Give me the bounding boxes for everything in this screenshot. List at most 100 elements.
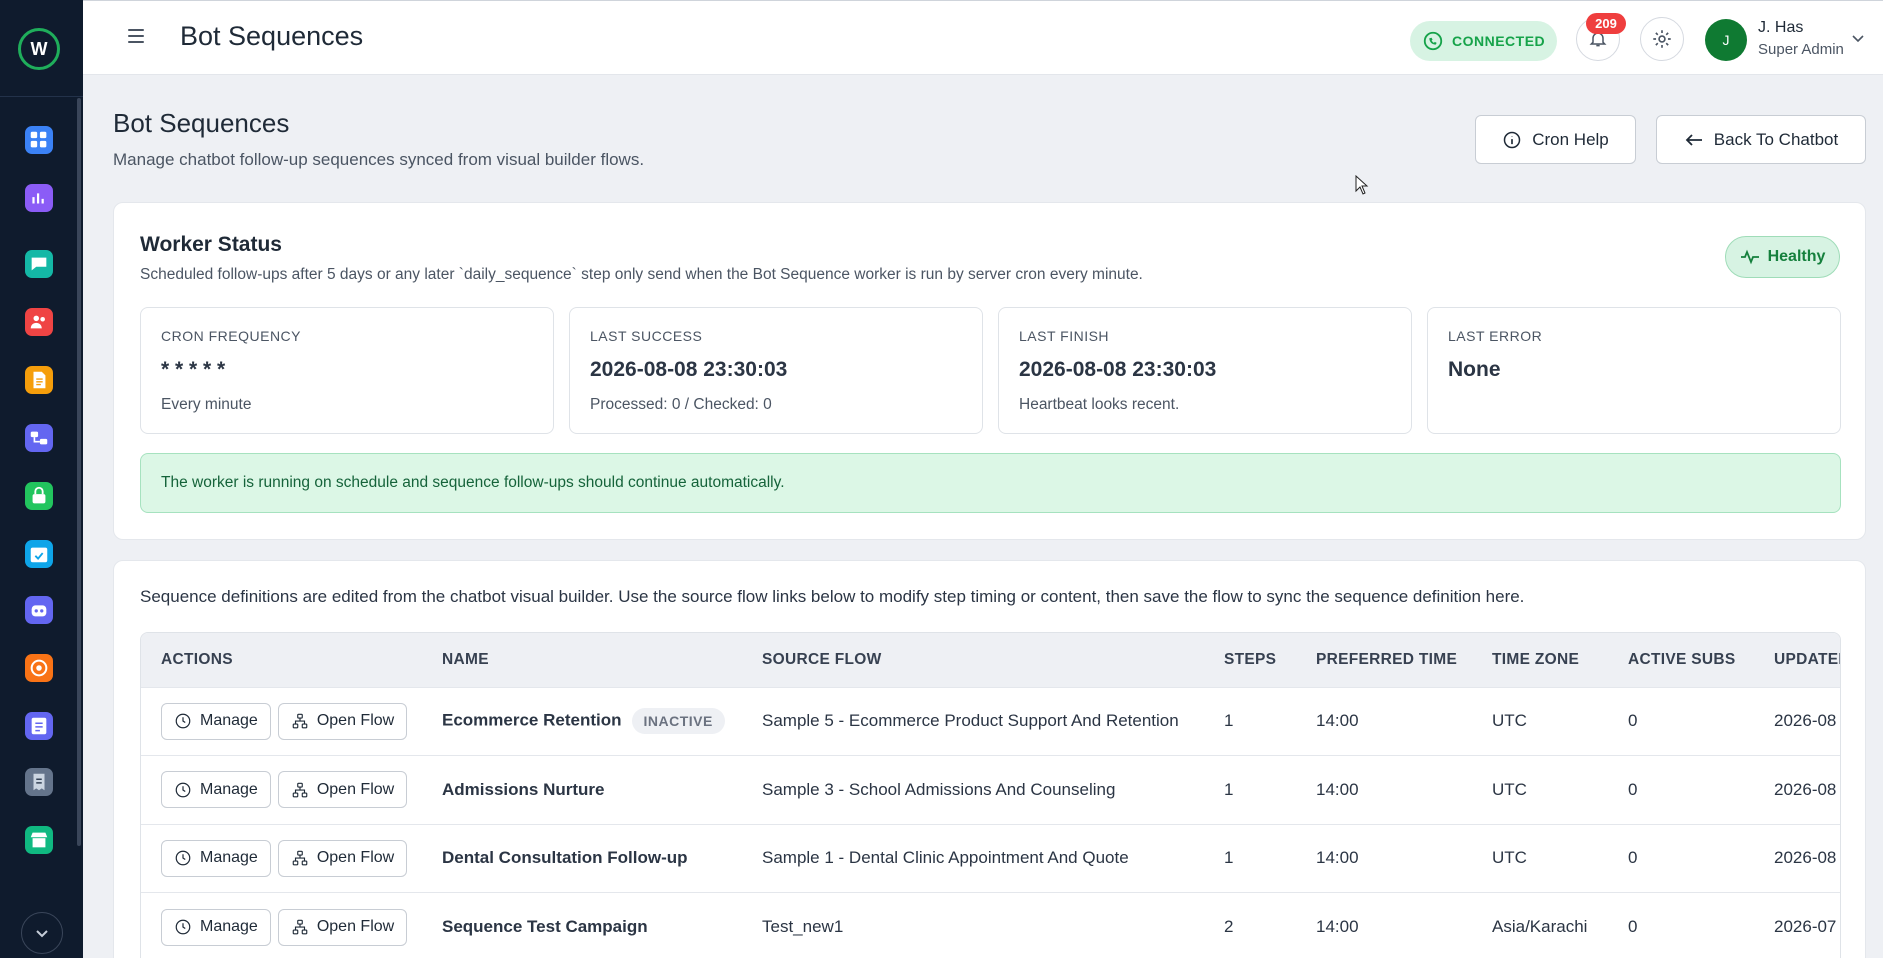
open-flow-button[interactable]: Open Flow xyxy=(277,839,408,877)
stat-note: Every minute xyxy=(161,396,252,413)
user-menu-chevron-icon[interactable] xyxy=(1851,31,1865,49)
source-flow-cell[interactable]: Test_new1 xyxy=(742,893,1204,958)
info-icon xyxy=(1503,131,1521,148)
source-flow-cell[interactable]: Sample 3 - School Admissions And Counsel… xyxy=(742,756,1204,825)
flow-tree-icon xyxy=(292,713,308,729)
contacts-icon xyxy=(30,315,45,329)
sidebar-expand-button[interactable] xyxy=(21,912,63,954)
column-header[interactable]: NAME xyxy=(422,633,742,687)
preferred-time-cell: 14:00 xyxy=(1316,917,1359,936)
stat-value: 2026-08-08 23:30:03 xyxy=(1019,358,1217,381)
bot-icon xyxy=(31,605,47,617)
source-flow-cell[interactable]: Sample 1 - Dental Clinic Appointment And… xyxy=(742,824,1204,893)
sequence-name-cell: Ecommerce Retention INACTIVE xyxy=(422,687,742,756)
source-flow-cell[interactable]: Sample 5 - Ecommerce Product Support And… xyxy=(742,687,1204,756)
connection-status-badge: CONNECTED xyxy=(1410,21,1557,61)
sidebar-item-contacts[interactable] xyxy=(25,308,53,336)
column-header[interactable]: TIME ZONE xyxy=(1472,633,1608,687)
sequence-name: Sequence Test Campaign xyxy=(442,917,648,936)
open-flow-button[interactable]: Open Flow xyxy=(277,771,408,809)
whatsapp-icon xyxy=(1423,31,1443,51)
preferred-time-cell: 14:00 xyxy=(1316,848,1359,868)
sidebar-item-calendar[interactable] xyxy=(25,540,53,568)
clock-icon xyxy=(175,850,191,866)
sidebar-item-chat[interactable] xyxy=(25,250,53,278)
column-header[interactable]: SOURCE FLOW xyxy=(742,633,1204,687)
stat-value: 2026-08-08 23:30:03 xyxy=(590,358,788,381)
sidebar-item-security[interactable] xyxy=(25,482,53,510)
sidebar-item-templates[interactable] xyxy=(25,366,53,394)
manage-label: Manage xyxy=(200,849,258,867)
flow-tree-icon xyxy=(292,919,308,935)
sequence-name: Dental Consultation Follow-up xyxy=(442,848,688,868)
updated-cell: 2026-08 xyxy=(1774,848,1837,868)
column-header[interactable]: ACTIVE SUBS xyxy=(1608,633,1754,687)
settings-button[interactable] xyxy=(1640,17,1684,61)
manage-button[interactable]: Manage xyxy=(161,839,271,877)
clock-icon xyxy=(175,919,191,935)
forms-icon xyxy=(31,717,47,735)
sidebar-item-flows[interactable] xyxy=(25,424,53,452)
column-header[interactable]: UPDATED xyxy=(1754,633,1840,687)
flows-icon xyxy=(30,431,48,445)
manage-button[interactable]: Manage xyxy=(161,702,271,740)
cron-help-button[interactable]: Cron Help xyxy=(1475,115,1636,164)
steps-cell: 2 xyxy=(1224,917,1234,936)
back-to-chatbot-button[interactable]: Back To Chatbot xyxy=(1656,115,1866,164)
menu-toggle-icon[interactable] xyxy=(128,29,144,43)
sequence-name-cell: Sequence Test Campaign xyxy=(422,893,742,958)
sidebar-item-bot[interactable] xyxy=(25,596,53,624)
templates-icon xyxy=(33,371,46,389)
stat-value: * * * * * xyxy=(161,358,226,381)
worker-alert: The worker is running on schedule and se… xyxy=(140,453,1841,513)
user-avatar[interactable]: J xyxy=(1705,19,1747,61)
manage-label: Manage xyxy=(200,918,258,935)
sidebar-item-store[interactable] xyxy=(25,826,53,854)
health-status-badge: Healthy xyxy=(1725,236,1840,278)
user-role: Super Admin xyxy=(1758,41,1844,58)
mouse-cursor-icon xyxy=(1355,175,1369,195)
sidebar: W xyxy=(0,0,83,958)
stat-label: LAST ERROR xyxy=(1448,328,1543,344)
app-logo[interactable]: W xyxy=(18,28,60,70)
actions-cell: Manage Open Flow xyxy=(141,824,422,893)
clock-icon xyxy=(175,713,191,729)
table-row: Manage Open Flow Ecommerce Retention INACTI… xyxy=(141,687,1840,756)
sequences-table-wrapper[interactable]: ACTIONS NAME SOURCE FLOW STEPS PREFERRED… xyxy=(140,632,1841,958)
sequence-name-cell: Admissions Nurture xyxy=(422,756,742,825)
active-subs-cell: 0 xyxy=(1628,917,1638,936)
time-zone-cell: UTC xyxy=(1492,711,1527,731)
actions-cell: Manage Open Flow xyxy=(141,893,422,958)
store-icon xyxy=(30,832,48,848)
preferred-time-cell: 14:00 xyxy=(1316,779,1359,799)
open-flow-label: Open Flow xyxy=(316,918,395,935)
sidebar-scrollbar[interactable] xyxy=(77,98,81,846)
time-zone-cell: Asia/Karachi xyxy=(1492,917,1588,936)
active-subs-cell: 0 xyxy=(1628,779,1638,799)
open-flow-label: Open Flow xyxy=(316,780,395,798)
invoice-icon xyxy=(33,773,45,791)
sidebar-item-campaign[interactable] xyxy=(25,654,53,682)
table-row: Manage Open Flow Admissions Nurture Sample … xyxy=(141,755,1840,825)
sequences-note: Sequence definitions are edited from the… xyxy=(140,587,1525,606)
logo-letter: W xyxy=(30,38,48,59)
open-flow-button[interactable]: Open Flow xyxy=(277,908,408,946)
manage-button[interactable]: Manage xyxy=(161,771,271,809)
top-bar: Bot Sequences CONNECTED 209 J J. Has Sup… xyxy=(83,0,1883,75)
stat-value: None xyxy=(1448,358,1501,381)
sidebar-item-forms[interactable] xyxy=(25,712,53,740)
open-flow-button[interactable]: Open Flow xyxy=(277,702,408,740)
sidebar-item-dashboard[interactable] xyxy=(25,126,53,154)
back-to-chatbot-label: Back To Chatbot xyxy=(1713,129,1839,149)
open-flow-label: Open Flow xyxy=(316,849,395,867)
clock-icon xyxy=(175,782,191,798)
flow-tree-icon xyxy=(292,782,308,798)
manage-button[interactable]: Manage xyxy=(161,908,271,946)
sidebar-item-analytics[interactable] xyxy=(25,184,53,212)
sidebar-item-invoice[interactable] xyxy=(25,768,53,796)
column-header[interactable]: PREFERRED TIME xyxy=(1296,633,1472,687)
sidebar-divider xyxy=(0,96,83,97)
user-name[interactable]: J. Has xyxy=(1758,19,1803,37)
column-header[interactable]: STEPS xyxy=(1204,633,1296,687)
health-status-text: Healthy xyxy=(1767,248,1826,265)
